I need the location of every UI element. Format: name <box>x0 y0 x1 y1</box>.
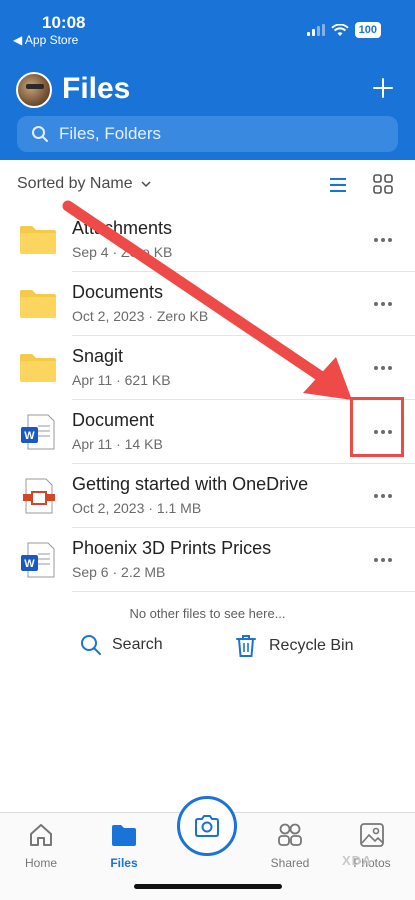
nav-shared-label: Shared <box>270 856 310 870</box>
folder-icon <box>20 290 56 318</box>
folder-icon <box>20 226 56 254</box>
status-time: 10:08 <box>42 13 86 32</box>
back-to-app-store-link[interactable]: ◀ App Store <box>13 33 78 47</box>
more-options-button[interactable] <box>368 550 398 570</box>
file-meta: Apr 11 · 14 KB <box>72 436 163 452</box>
more-options-button[interactable] <box>368 294 398 314</box>
cellular-signal-icon <box>306 24 325 36</box>
sort-label: Sorted by Name <box>17 175 133 192</box>
home-indicator <box>134 884 282 889</box>
word-document-icon: W <box>21 542 55 578</box>
file-meta: Apr 11 · 621 KB <box>72 372 171 388</box>
nav-home[interactable]: Home <box>11 821 71 870</box>
footer-search-label: Search <box>112 636 163 653</box>
photos-icon <box>360 823 384 847</box>
footer-search-button[interactable]: Search <box>80 634 163 656</box>
more-options-button[interactable] <box>368 358 398 378</box>
pdf-document-icon <box>23 478 55 514</box>
status-icons: 100 <box>306 22 381 38</box>
svg-text:W: W <box>24 558 35 570</box>
recycle-bin-label: Recycle Bin <box>269 637 354 654</box>
battery-indicator: 100 <box>354 22 381 38</box>
highlight-annotation-box <box>350 397 404 457</box>
file-meta: Sep 6 · 2.2 MB <box>72 564 166 580</box>
more-options-button[interactable] <box>368 486 398 506</box>
file-name: Phoenix 3D Prints Prices <box>72 538 272 558</box>
file-meta: Oct 2, 2023 · Zero KB <box>72 308 209 324</box>
file-meta: Sep 4 · Zero KB <box>72 244 173 260</box>
shared-people-icon <box>278 823 302 846</box>
file-row[interactable]: Attachments Sep 4 · Zero KB <box>0 208 415 272</box>
file-row[interactable]: Documents Oct 2, 2023 · Zero KB <box>0 272 415 336</box>
grid-view-icon[interactable] <box>372 173 394 195</box>
sort-dropdown[interactable]: Sorted by Name <box>17 175 151 193</box>
folder-icon <box>20 354 56 382</box>
nav-files[interactable]: Files <box>94 821 154 870</box>
trash-icon <box>236 635 256 657</box>
footer-actions: Search Recycle Bin <box>0 630 415 666</box>
file-name: Documents <box>72 282 164 302</box>
folder-icon <box>112 825 136 846</box>
sort-row: Sorted by Name <box>0 160 415 208</box>
status-bar: 10:08 ◀ App Store 100 <box>0 0 415 48</box>
file-meta: Oct 2, 2023 · 1.1 MB <box>72 500 202 516</box>
page-title: Files <box>62 72 131 105</box>
file-name: Snagit <box>72 346 124 366</box>
file-name: Attachments <box>72 218 173 238</box>
add-button[interactable] <box>369 74 397 102</box>
search-icon <box>32 126 48 142</box>
nav-files-label: Files <box>110 856 138 870</box>
xda-watermark: XDA <box>342 853 373 868</box>
more-options-button[interactable] <box>368 230 398 250</box>
nav-home-label: Home <box>24 856 57 870</box>
list-view-icon[interactable] <box>327 174 349 196</box>
file-row[interactable]: Snagit Apr 11 · 621 KB <box>0 336 415 400</box>
file-row[interactable]: W Phoenix 3D Prints Prices Sep 6 · 2.2 M… <box>0 528 415 592</box>
avatar[interactable] <box>16 72 52 108</box>
nav-shared[interactable]: Shared <box>260 821 320 870</box>
search-icon <box>81 635 101 655</box>
wifi-icon <box>330 23 349 36</box>
app-header: 10:08 ◀ App Store 100 Files Files, Folde… <box>0 0 415 160</box>
search-input[interactable]: Files, Folders <box>17 116 398 152</box>
title-row: Files <box>16 70 399 110</box>
camera-icon <box>195 815 219 837</box>
recycle-bin-button[interactable]: Recycle Bin <box>235 634 353 658</box>
file-name: Getting started with OneDrive <box>72 474 309 494</box>
search-placeholder: Files, Folders <box>59 124 162 143</box>
end-of-list-message: No other files to see here... <box>129 606 286 621</box>
svg-text:W: W <box>24 430 35 442</box>
word-document-icon: W <box>21 414 55 450</box>
file-row[interactable]: Getting started with OneDrive Oct 2, 202… <box>0 464 415 528</box>
home-icon <box>30 824 52 846</box>
chevron-down-icon <box>141 181 151 188</box>
file-name: Document <box>72 410 155 430</box>
camera-button[interactable] <box>177 796 237 856</box>
